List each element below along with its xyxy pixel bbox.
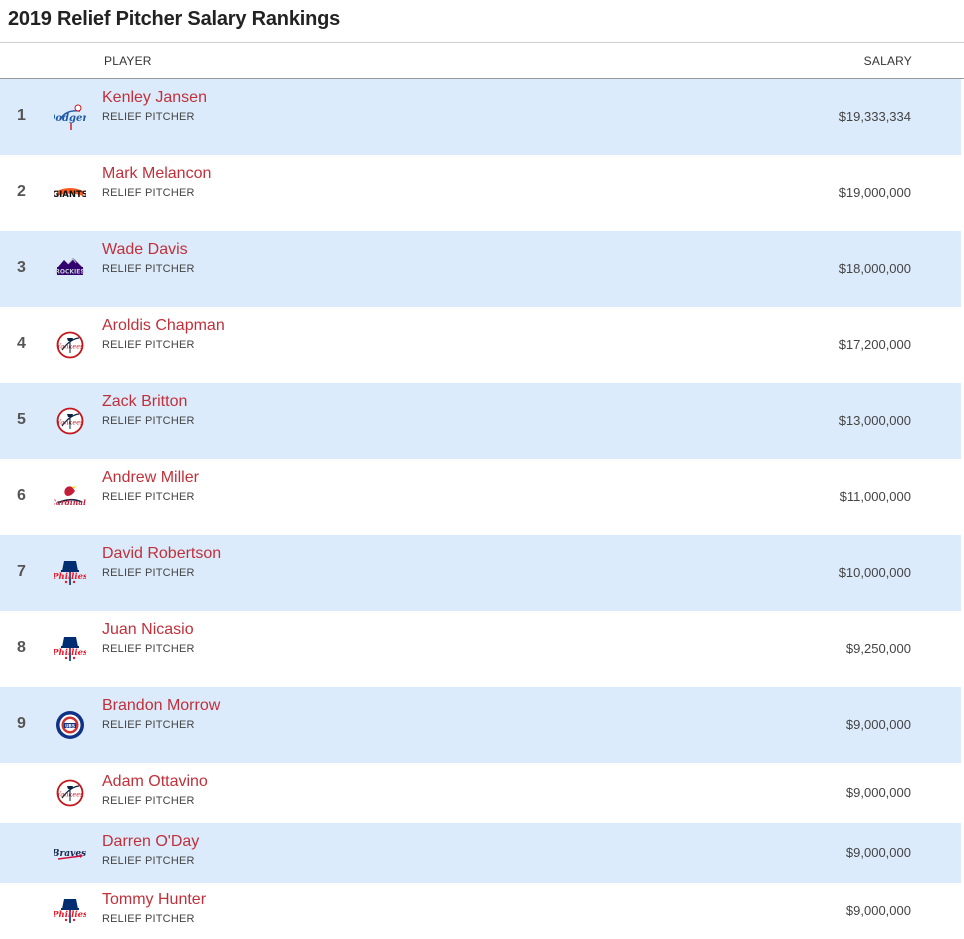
player-position: RELIEF PITCHER <box>102 719 195 731</box>
player-name-link[interactable]: Kenley Jansen <box>102 89 207 107</box>
rank-number: 5 <box>17 411 26 428</box>
phillies-logo-icon <box>54 895 86 927</box>
salary-value: $10,000,000 <box>838 565 911 580</box>
salary-value: $18,000,000 <box>838 261 911 276</box>
rank-number: 2 <box>17 183 26 200</box>
yankees-logo-icon <box>54 329 86 361</box>
player-name-link[interactable]: Aroldis Chapman <box>102 317 225 335</box>
salary-value: $9,000,000 <box>845 785 911 800</box>
giants-logo-icon <box>54 177 86 209</box>
yankees-logo-icon <box>54 777 86 809</box>
cubs-logo-icon <box>54 709 86 741</box>
player-name-link[interactable]: Brandon Morrow <box>102 697 220 715</box>
salary-value: $9,250,000 <box>845 641 911 656</box>
column-header-player[interactable]: PLAYER <box>104 54 152 68</box>
player-name-link[interactable]: Adam Ottavino <box>102 773 208 791</box>
salary-value: $11,000,000 <box>839 489 911 504</box>
player-position: RELIEF PITCHER <box>102 111 195 123</box>
phillies-logo-icon <box>54 633 86 665</box>
player-position: RELIEF PITCHER <box>102 415 195 427</box>
player-position: RELIEF PITCHER <box>102 795 195 807</box>
player-name-link[interactable]: Wade Davis <box>102 241 188 259</box>
rank-number: 8 <box>17 639 26 656</box>
salary-value: $9,000,000 <box>845 845 911 860</box>
player-name-link[interactable]: Darren O'Day <box>102 833 199 851</box>
table-row: 8 Juan Nicasio RELIEF PITCHER $9,250,000 <box>0 611 961 687</box>
page-title: 2019 Relief Pitcher Salary Rankings <box>0 0 964 43</box>
table-row: 1 Kenley Jansen RELIEF PITCHER $19,333,334 <box>0 79 961 155</box>
table-row: Darren O'Day RELIEF PITCHER $9,000,000 <box>0 823 961 883</box>
salary-value: $17,200,000 <box>838 337 911 352</box>
player-position: RELIEF PITCHER <box>102 643 195 655</box>
rockies-logo-icon <box>54 253 86 285</box>
player-position: RELIEF PITCHER <box>102 855 195 867</box>
table-row: Tommy Hunter RELIEF PITCHER $9,000,000 <box>0 883 961 939</box>
yankees-logo-icon <box>54 405 86 437</box>
player-position: RELIEF PITCHER <box>102 263 195 275</box>
rank-number: 7 <box>17 563 26 580</box>
rank-number: 6 <box>17 487 26 504</box>
rank-number: 4 <box>17 335 26 352</box>
player-position: RELIEF PITCHER <box>102 913 195 925</box>
player-name-link[interactable]: David Robertson <box>102 545 221 563</box>
dodgers-logo-icon <box>54 101 86 133</box>
table-header: PLAYER SALARY <box>0 43 964 79</box>
salary-value: $19,333,334 <box>838 109 911 124</box>
salary-value: $9,000,000 <box>845 717 911 732</box>
player-position: RELIEF PITCHER <box>102 567 195 579</box>
table-row: 6 Andrew Miller RELIEF PITCHER $11,000,000 <box>0 459 961 535</box>
table-row: 4 Aroldis Chapman RELIEF PITCHER $17,200,00… <box>0 307 961 383</box>
salary-value: $9,000,000 <box>845 903 911 918</box>
salary-value: $19,000,000 <box>838 185 911 200</box>
cardinals-logo-icon <box>54 481 86 513</box>
player-position: RELIEF PITCHER <box>102 187 195 199</box>
table-row: 3 Wade Davis RELIEF PITCHER $18,000,000 <box>0 231 961 307</box>
rank-number: 9 <box>17 715 26 732</box>
table-row: Adam Ottavino RELIEF PITCHER $9,000,000 <box>0 763 961 823</box>
salary-value: $13,000,000 <box>838 413 911 428</box>
player-name-link[interactable]: Juan Nicasio <box>102 621 194 639</box>
player-name-link[interactable]: Zack Britton <box>102 393 187 411</box>
braves-logo-icon <box>54 837 86 869</box>
rank-number: 1 <box>17 107 26 124</box>
player-position: RELIEF PITCHER <box>102 491 195 503</box>
salary-table-body: 1 Kenley Jansen RELIEF PITCHER $19,333,334 2… <box>0 79 961 939</box>
player-name-link[interactable]: Mark Melancon <box>102 165 211 183</box>
player-position: RELIEF PITCHER <box>102 339 195 351</box>
table-row: 2 Mark Melancon RELIEF PITCHER $19,000,000 <box>0 155 961 231</box>
player-name-link[interactable]: Tommy Hunter <box>102 891 206 909</box>
column-header-salary[interactable]: SALARY <box>864 54 912 68</box>
table-row: 5 Zack Britton RELIEF PITCHER $13,000,000 <box>0 383 961 459</box>
phillies-logo-icon <box>54 557 86 589</box>
player-name-link[interactable]: Andrew Miller <box>102 469 199 487</box>
rank-number: 3 <box>17 259 26 276</box>
table-row: 7 David Robertson RELIEF PITCHER $10,000,00… <box>0 535 961 611</box>
table-row: 9 Brandon Morrow RELIEF PITCHER $9,000,000 <box>0 687 961 763</box>
